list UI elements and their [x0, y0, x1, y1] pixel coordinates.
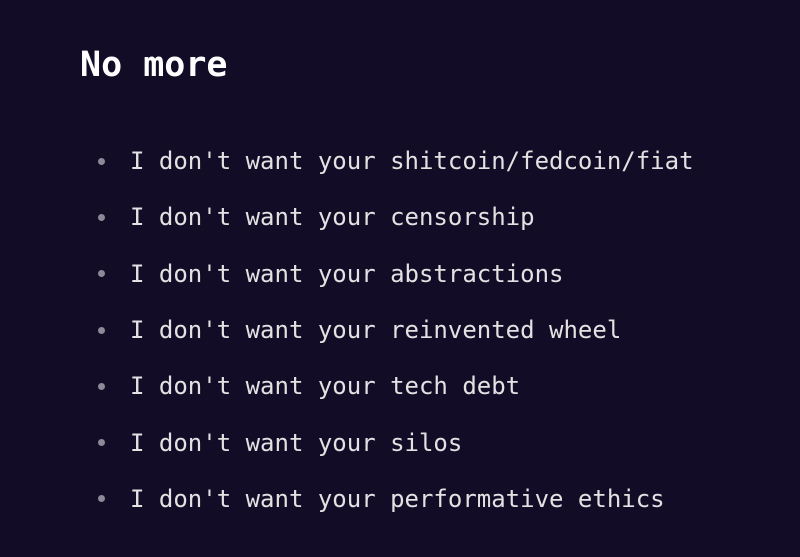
bullet-dot-icon [98, 270, 105, 278]
bullet-text: I don't want your tech debt [130, 372, 521, 401]
bullet-dot-icon [98, 213, 105, 221]
bullet-text: I don't want your censorship [130, 203, 535, 232]
slide-title: No more [80, 45, 228, 85]
bullet-dot-icon [98, 495, 105, 503]
bullet-item: I don't want your silos [98, 414, 694, 470]
bullet-text: I don't want your abstractions [130, 259, 564, 288]
bullet-item: I don't want your abstractions [98, 246, 694, 302]
bullet-item: I don't want your performative ethics [98, 471, 694, 527]
slide: No more I don't want your shitcoin/fedco… [0, 0, 800, 557]
bullet-text: I don't want your performative ethics [130, 484, 665, 513]
bullet-item: I don't want your censorship [98, 189, 694, 245]
bullet-dot-icon [98, 382, 105, 390]
bullet-item: I don't want your reinvented wheel [98, 302, 694, 358]
bullet-text: I don't want your silos [130, 428, 463, 457]
bullet-dot-icon [98, 439, 105, 447]
bullet-item: I don't want your tech debt [98, 358, 694, 414]
bullet-text: I don't want your reinvented wheel [130, 316, 622, 345]
bullet-dot-icon [98, 157, 105, 165]
bullet-item: I don't want your shitcoin/fedcoin/fiat [98, 133, 694, 189]
bullet-dot-icon [98, 326, 105, 334]
bullet-list: I don't want your shitcoin/fedcoin/fiat … [98, 133, 694, 527]
bullet-text: I don't want your shitcoin/fedcoin/fiat [130, 147, 694, 176]
